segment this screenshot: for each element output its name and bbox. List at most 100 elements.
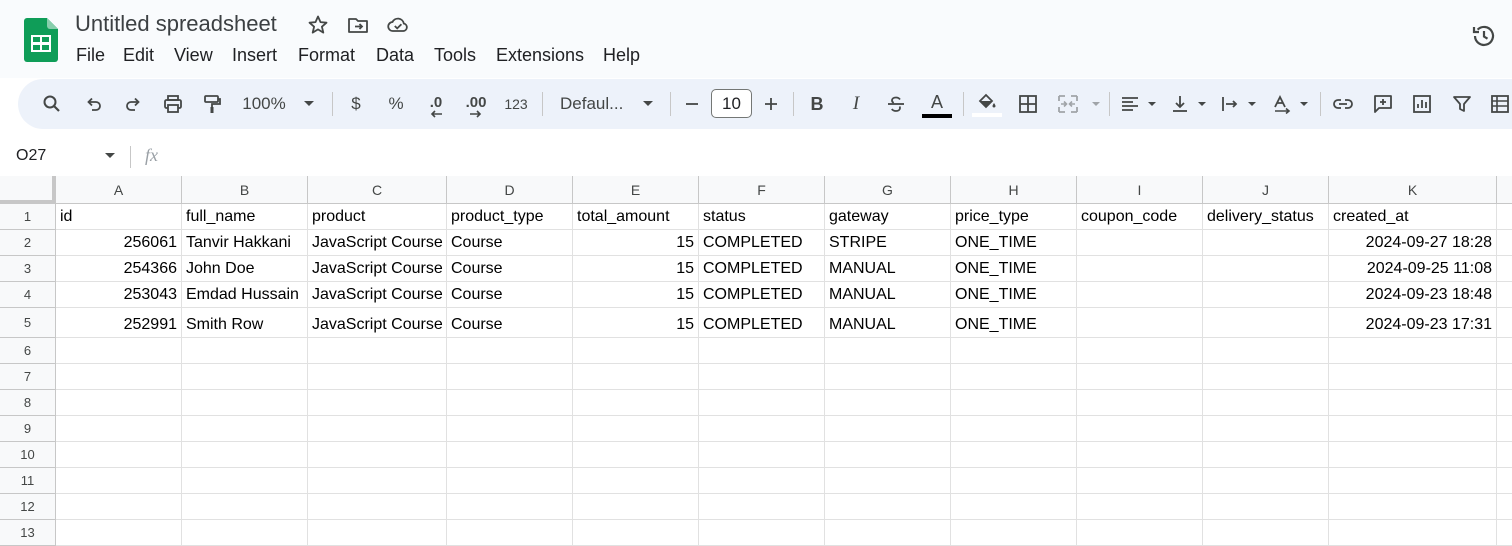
cell-c8[interactable] [308, 390, 447, 416]
cell-e5[interactable]: 15 [573, 308, 699, 338]
column-header-c[interactable]: C [308, 176, 447, 204]
cell-f9[interactable] [699, 416, 825, 442]
cell-c11[interactable] [308, 468, 447, 494]
cell-h13[interactable] [951, 520, 1077, 546]
caret-down-icon[interactable] [104, 152, 116, 160]
cell-c7[interactable] [308, 364, 447, 390]
cell-g12[interactable] [825, 494, 951, 520]
sheets-logo-icon[interactable] [24, 18, 58, 62]
row-header-4[interactable]: 4 [0, 282, 56, 308]
cell-d12[interactable] [447, 494, 573, 520]
font-family-dropdown-arrow[interactable] [640, 79, 656, 129]
cell-c13[interactable] [308, 520, 447, 546]
cell-h4[interactable]: ONE_TIME [951, 282, 1077, 308]
cell-g2[interactable]: STRIPE [825, 230, 951, 256]
cell-d4[interactable]: Course [447, 282, 573, 308]
cell-filler[interactable] [1497, 204, 1512, 230]
cell-c2[interactable]: JavaScript Course [308, 230, 447, 256]
cell-filler[interactable] [1497, 256, 1512, 282]
cell-j13[interactable] [1203, 520, 1329, 546]
menu-edit[interactable]: Edit [123, 45, 154, 66]
cell-a3[interactable]: 254366 [56, 256, 182, 282]
cell-b11[interactable] [182, 468, 308, 494]
cell-g4[interactable]: MANUAL [825, 282, 951, 308]
cell-j6[interactable] [1203, 338, 1329, 364]
vertical-align-button[interactable] [1168, 79, 1192, 129]
cell-j3[interactable] [1203, 256, 1329, 282]
cell-h6[interactable] [951, 338, 1077, 364]
cell-k9[interactable] [1329, 416, 1497, 442]
cell-i1[interactable]: coupon_code [1077, 204, 1203, 230]
bold-button[interactable]: B [805, 79, 829, 129]
cell-j11[interactable] [1203, 468, 1329, 494]
insert-comment-button[interactable] [1371, 79, 1395, 129]
cell-a5[interactable]: 252991 [56, 308, 182, 338]
star-icon[interactable] [306, 13, 330, 37]
select-all-corner[interactable] [0, 176, 56, 204]
cell-k4[interactable]: 2024-09-23 18:48 [1329, 282, 1497, 308]
cell-filler[interactable] [1497, 520, 1512, 546]
cell-h5[interactable]: ONE_TIME [951, 308, 1077, 338]
cell-g11[interactable] [825, 468, 951, 494]
font-size-input[interactable]: 10 [711, 89, 752, 118]
cell-k3[interactable]: 2024-09-25 11:08 [1329, 256, 1497, 282]
menu-file[interactable]: File [76, 45, 105, 66]
cell-f1[interactable]: status [699, 204, 825, 230]
cell-k2[interactable]: 2024-09-27 18:28 [1329, 230, 1497, 256]
cell-j8[interactable] [1203, 390, 1329, 416]
cell-d1[interactable]: product_type [447, 204, 573, 230]
cell-i6[interactable] [1077, 338, 1203, 364]
cell-i4[interactable] [1077, 282, 1203, 308]
cell-i11[interactable] [1077, 468, 1203, 494]
column-header-k[interactable]: K [1329, 176, 1497, 204]
row-header-7[interactable]: 7 [0, 364, 56, 390]
row-header-11[interactable]: 11 [0, 468, 56, 494]
cell-d13[interactable] [447, 520, 573, 546]
vertical-align-dropdown[interactable] [1196, 79, 1208, 129]
cell-e8[interactable] [573, 390, 699, 416]
cell-h2[interactable]: ONE_TIME [951, 230, 1077, 256]
cell-h3[interactable]: ONE_TIME [951, 256, 1077, 282]
cell-d7[interactable] [447, 364, 573, 390]
cell-filler[interactable] [1497, 468, 1512, 494]
cell-g6[interactable] [825, 338, 951, 364]
font-family-select[interactable]: Defaul... [556, 79, 640, 129]
cell-c5[interactable]: JavaScript Course [308, 308, 447, 338]
menu-data[interactable]: Data [376, 45, 414, 66]
cell-k1[interactable]: created_at [1329, 204, 1497, 230]
search-menus-button[interactable] [38, 79, 66, 129]
cell-j9[interactable] [1203, 416, 1329, 442]
cell-e2[interactable]: 15 [573, 230, 699, 256]
cell-j5[interactable] [1203, 308, 1329, 338]
cell-g8[interactable] [825, 390, 951, 416]
cell-c9[interactable] [308, 416, 447, 442]
cell-filler[interactable] [1497, 390, 1512, 416]
cell-g13[interactable] [825, 520, 951, 546]
cell-k5[interactable]: 2024-09-23 17:31 [1329, 308, 1497, 338]
cell-g10[interactable] [825, 442, 951, 468]
column-header-e[interactable]: E [573, 176, 699, 204]
column-header-g[interactable]: G [825, 176, 951, 204]
cell-g7[interactable] [825, 364, 951, 390]
column-header-j[interactable]: J [1203, 176, 1329, 204]
horizontal-align-dropdown[interactable] [1146, 79, 1158, 129]
merge-dropdown-arrow[interactable] [1090, 79, 1102, 129]
cell-filler[interactable] [1497, 416, 1512, 442]
row-header-13[interactable]: 13 [0, 520, 56, 546]
cell-j7[interactable] [1203, 364, 1329, 390]
cell-k11[interactable] [1329, 468, 1497, 494]
cell-b13[interactable] [182, 520, 308, 546]
column-header-d[interactable]: D [447, 176, 573, 204]
cell-k12[interactable] [1329, 494, 1497, 520]
format-currency-button[interactable]: $ [344, 79, 368, 129]
cell-c1[interactable]: product [308, 204, 447, 230]
cell-a9[interactable] [56, 416, 182, 442]
cell-b12[interactable] [182, 494, 308, 520]
cell-f5[interactable]: COMPLETED [699, 308, 825, 338]
cell-filler[interactable] [1497, 230, 1512, 256]
cell-d3[interactable]: Course [447, 256, 573, 282]
text-wrapping-button[interactable] [1218, 79, 1242, 129]
version-history-icon[interactable] [1470, 22, 1498, 50]
text-wrapping-dropdown[interactable] [1246, 79, 1258, 129]
row-header-9[interactable]: 9 [0, 416, 56, 442]
